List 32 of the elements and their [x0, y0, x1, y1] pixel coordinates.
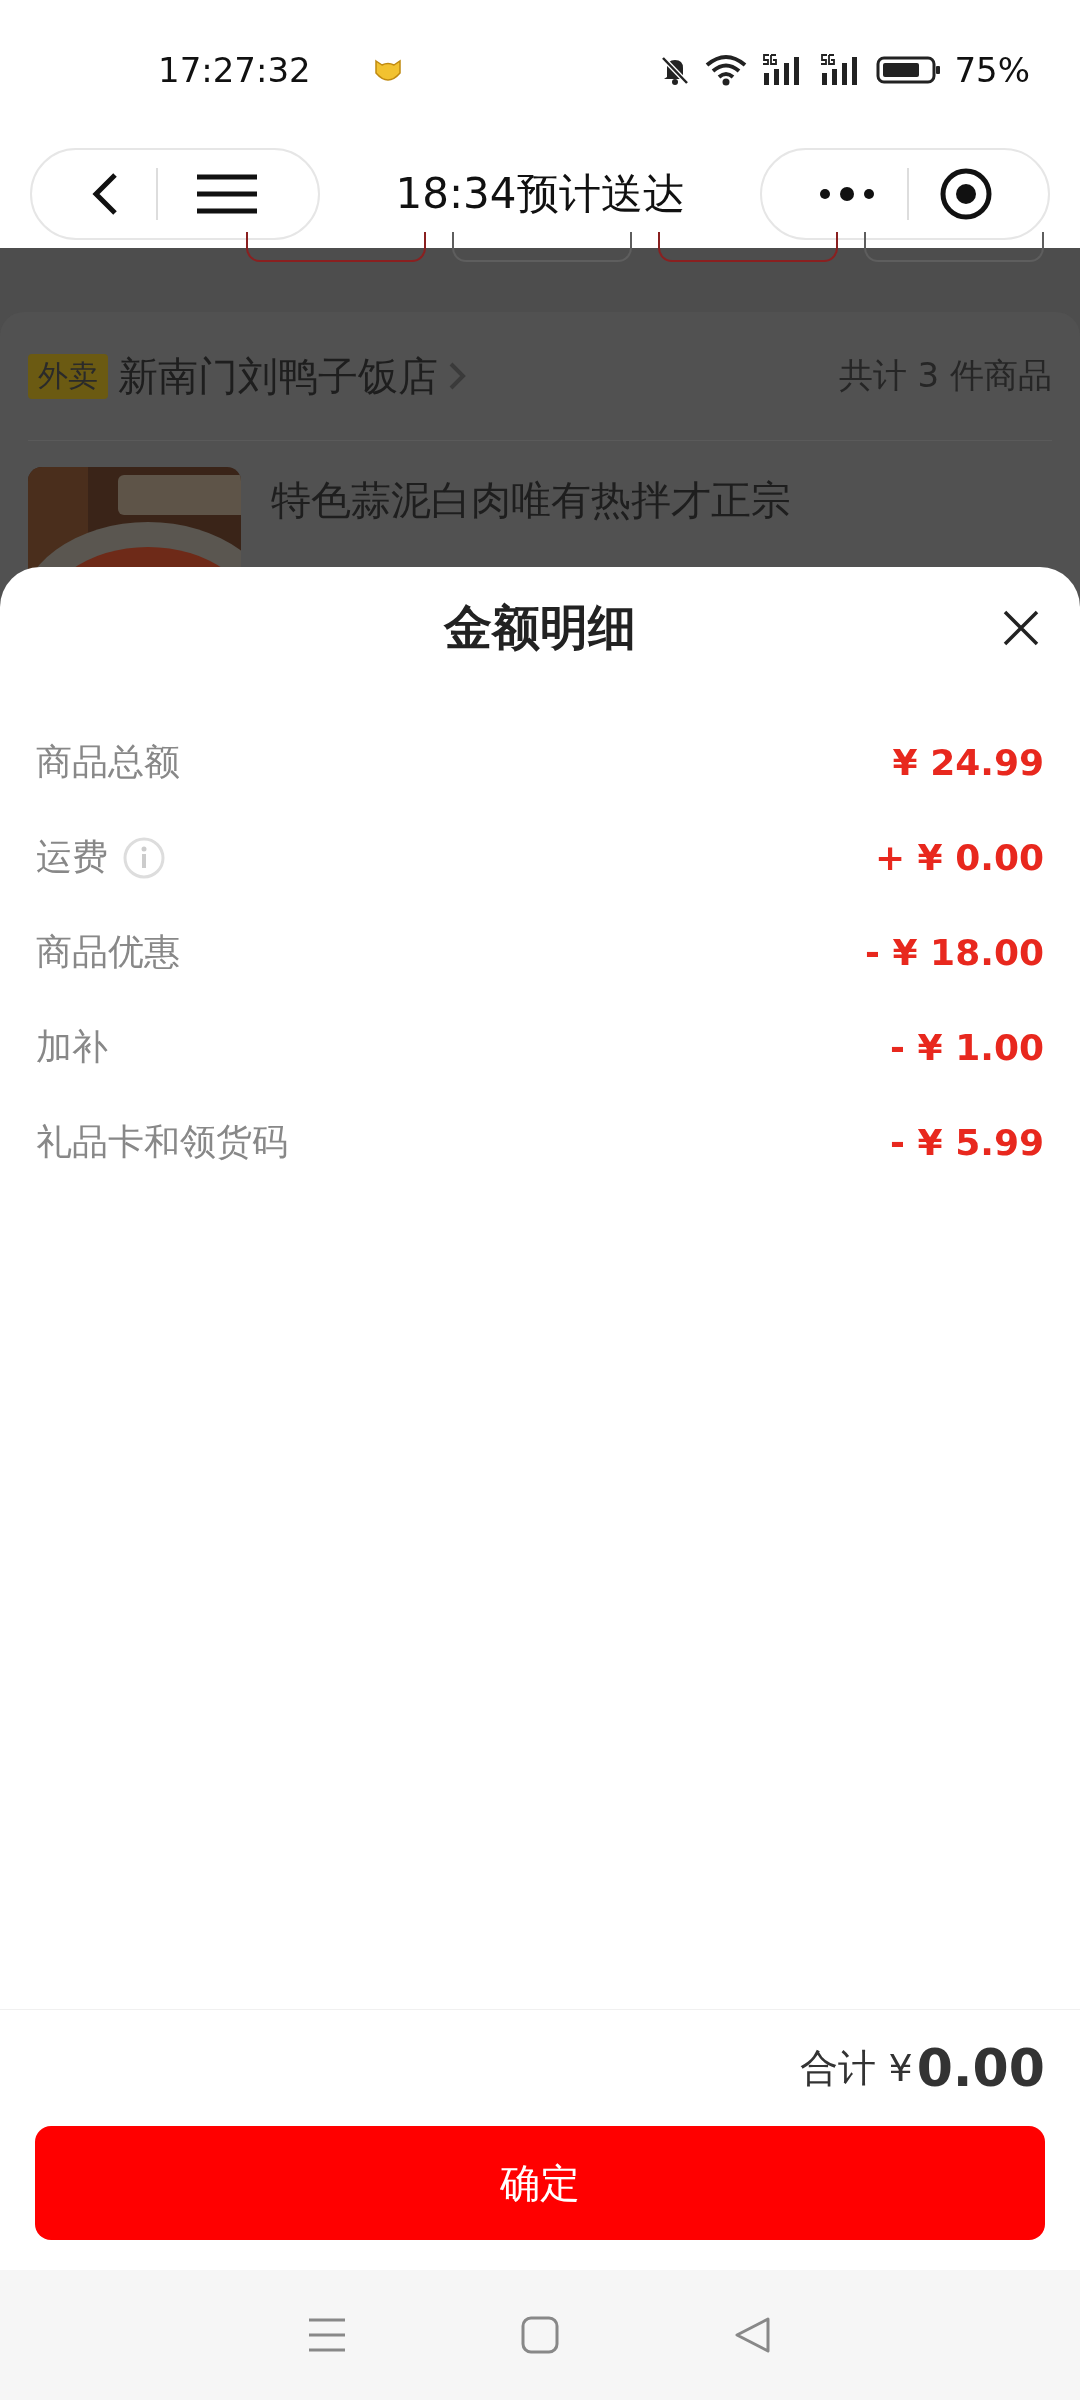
- fee-amount: + ¥ 0.00: [874, 837, 1044, 878]
- action-button[interactable]: [246, 232, 426, 262]
- menu-icon[interactable]: [195, 173, 260, 215]
- close-icon[interactable]: [1002, 609, 1040, 647]
- action-button[interactable]: [658, 232, 838, 262]
- fee-label: 加补: [36, 1025, 108, 1069]
- battery-percent: 75%: [954, 50, 1030, 90]
- page-title: 18:34预计送达: [394, 168, 686, 220]
- fee-amount: - ¥ 1.00: [890, 1027, 1044, 1068]
- fee-amount: - ¥ 5.99: [890, 1122, 1044, 1163]
- total-label: 合计 ¥: [800, 2044, 913, 2092]
- home-icon[interactable]: [521, 2316, 559, 2354]
- fee-label: 商品优惠: [36, 930, 180, 974]
- sheet-title: 金额明细: [444, 598, 636, 657]
- fee-label: 运费: [36, 835, 108, 879]
- total-amount: 0.00: [916, 2038, 1045, 2098]
- action-button[interactable]: [864, 232, 1044, 262]
- action-button[interactable]: [452, 232, 632, 262]
- app-notification-icon: [372, 57, 403, 83]
- wifi-icon: [704, 53, 749, 87]
- fee-amount: ¥ 24.99: [892, 742, 1044, 783]
- chevron-right-icon: [448, 361, 466, 391]
- fee-amount: - ¥ 18.00: [865, 932, 1044, 973]
- status-time: 17:27:32: [158, 50, 311, 90]
- confirm-button[interactable]: 确定: [35, 2126, 1045, 2240]
- fee-label: 商品总额: [36, 740, 180, 784]
- battery-icon: [876, 55, 943, 85]
- target-icon[interactable]: [939, 167, 993, 221]
- fee-label: 礼品卡和领货码: [36, 1120, 288, 1164]
- delivery-tag: 外卖: [28, 353, 108, 399]
- back-icon[interactable]: [90, 172, 119, 216]
- more-icon[interactable]: [817, 186, 877, 202]
